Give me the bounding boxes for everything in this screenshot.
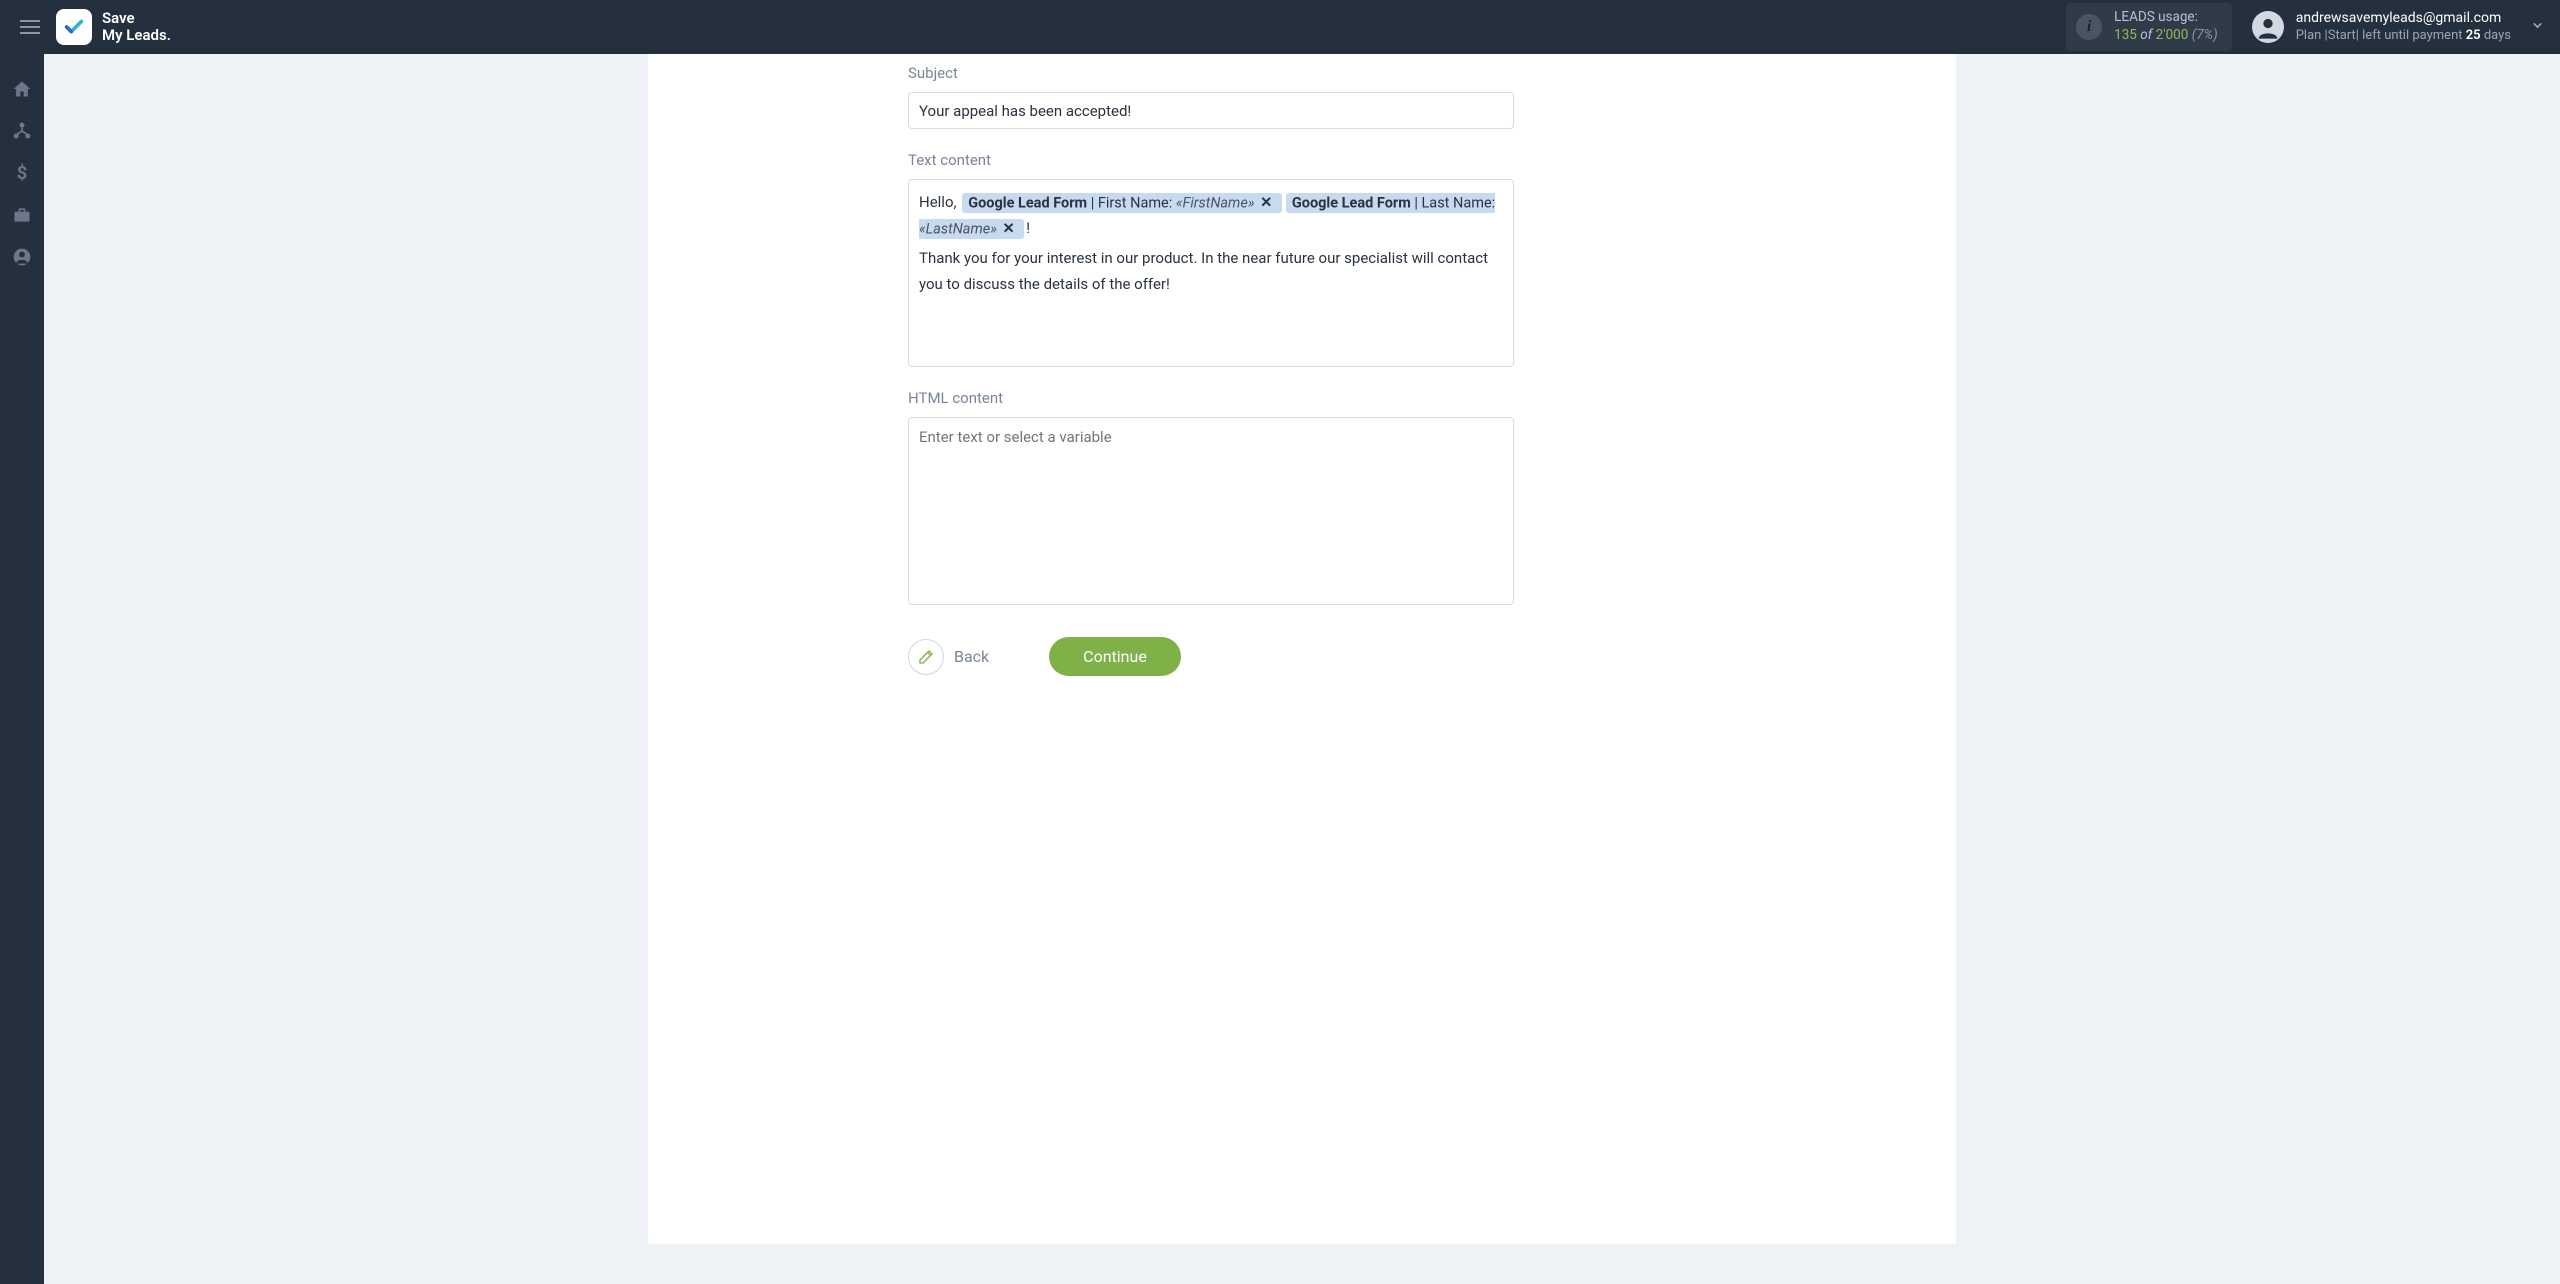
continue-button[interactable]: Continue [1049, 637, 1181, 676]
sidebar-item-home[interactable] [0, 68, 44, 110]
user-menu[interactable]: andrewsavemyleads@gmail.com Plan |Start|… [2252, 10, 2544, 44]
logo[interactable]: Save My Leads. [56, 9, 171, 45]
text-content-label: Text content [908, 151, 1696, 169]
subject-input[interactable] [908, 92, 1514, 129]
text-content-input[interactable]: Hello, Google Lead Form | First Name: «F… [908, 179, 1514, 367]
user-plan: Plan |Start| left until payment 25 days [2296, 28, 2511, 44]
variable-chip-firstname[interactable]: Google Lead Form | First Name: «FirstNam… [962, 193, 1282, 213]
pencil-icon [908, 639, 944, 675]
main-content: Subject Text content Hello, Google Lead … [44, 54, 2560, 1284]
sidebar-item-connections[interactable] [0, 110, 44, 152]
chevron-down-icon [2531, 19, 2544, 35]
leads-usage-widget[interactable]: i LEADS usage: 135 of 2'000 (7%) [2066, 3, 2232, 50]
back-button[interactable]: Back [908, 639, 989, 675]
hamburger-menu[interactable] [16, 16, 44, 38]
remove-chip-icon[interactable]: ✕ [1260, 194, 1272, 211]
sidebar-item-briefcase[interactable] [0, 194, 44, 236]
app-header: Save My Leads. i LEADS usage: 135 of 2'0… [0, 0, 2560, 54]
remove-chip-icon[interactable]: ✕ [1003, 220, 1015, 237]
leads-usage-text: LEADS usage: 135 of 2'000 (7%) [2114, 9, 2218, 44]
subject-label: Subject [908, 64, 1696, 82]
info-icon: i [2076, 14, 2102, 40]
avatar-icon [2252, 11, 2284, 43]
form-card: Subject Text content Hello, Google Lead … [648, 54, 1956, 1244]
sidebar: $ [0, 54, 44, 1284]
svg-text:$: $ [17, 163, 28, 183]
sidebar-item-account[interactable] [0, 236, 44, 278]
sidebar-item-billing[interactable]: $ [0, 152, 44, 194]
html-content-input[interactable] [908, 417, 1514, 605]
logo-text: Save My Leads. [102, 10, 171, 45]
logo-icon [56, 9, 92, 45]
user-email: andrewsavemyleads@gmail.com [2296, 10, 2511, 28]
html-content-label: HTML content [908, 389, 1696, 407]
